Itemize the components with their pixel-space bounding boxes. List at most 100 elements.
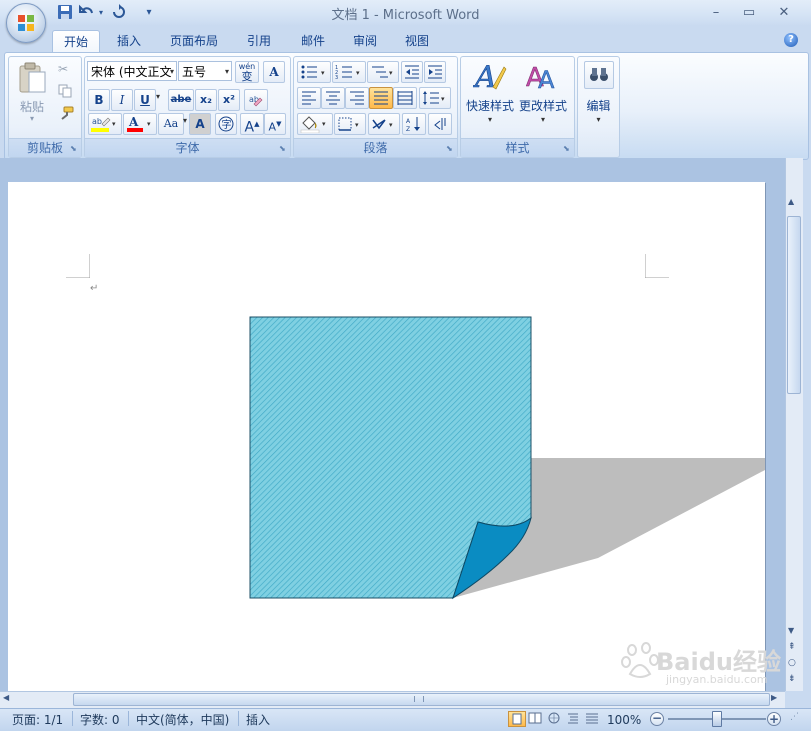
character-border-button[interactable]: A [263,61,285,83]
previous-page-icon[interactable]: ⇞ [788,642,796,652]
borders-button[interactable]: ▾ [334,113,366,135]
next-page-icon[interactable]: ⇟ [788,674,796,684]
insert-mode-status[interactable]: 插入 [246,712,270,728]
distributed-icon [397,91,413,105]
quick-styles-button[interactable]: A 快速样式 ▾ [464,59,516,129]
font-launcher-icon[interactable]: ⬊ [279,145,287,153]
enclose-characters-button[interactable]: 字 [215,113,237,135]
outline-view-icon[interactable] [565,711,583,727]
superscript-button[interactable]: x² [218,89,240,111]
justify-button[interactable] [369,87,393,109]
character-shading-button[interactable]: A [189,113,211,135]
align-right-button[interactable] [345,87,369,109]
scroll-right-icon[interactable]: ▶ [771,693,777,702]
restore-button[interactable]: ▭ [738,4,760,22]
highlighter-icon: ab ▾ [91,117,116,132]
bullets-button[interactable]: ▾ [297,61,331,83]
tab-references[interactable]: 引用 [236,30,282,52]
highlight-button[interactable]: ab ▾ [88,113,122,135]
chinese-layout-button[interactable]: ▾ [368,113,400,135]
svg-text:▾: ▾ [356,69,360,77]
justify-icon [374,91,388,105]
zoom-out-icon[interactable]: − [650,712,664,726]
minimize-button[interactable]: – [705,4,727,22]
clipboard-launcher-icon[interactable]: ⬊ [70,145,78,153]
watermark-text: Baidu经验 [656,648,781,676]
redo-icon[interactable] [110,4,128,22]
undo-dropdown-icon[interactable]: ▾ [96,4,106,22]
zoom-in-icon[interactable]: + [767,712,781,726]
grow-font-button[interactable]: A▲ [240,113,264,136]
resize-grip-icon[interactable]: ⋰ [790,712,804,726]
web-layout-view-icon[interactable] [546,711,564,727]
show-hide-marks-button[interactable] [428,113,452,135]
italic-button[interactable]: I [111,89,133,111]
change-styles-label: 更改样式 [518,99,567,113]
undo-icon[interactable] [78,4,96,22]
paste-button[interactable]: 粘贴 ▾ [14,60,50,126]
print-layout-view-icon[interactable] [508,711,526,727]
multilevel-list-button[interactable]: ▾ [367,61,399,83]
select-browse-object-icon[interactable]: ○ [788,658,796,668]
horizontal-scroll-thumb[interactable] [73,693,770,706]
cut-icon[interactable]: ✂ [58,62,72,76]
clear-formatting-button[interactable]: ab [244,89,268,111]
draft-view-icon[interactable] [584,711,602,727]
strikethrough-button[interactable]: abe [168,89,194,111]
tab-insert[interactable]: 插入 [106,30,152,52]
paragraph-launcher-icon[interactable]: ⬊ [446,145,454,153]
scroll-down-icon[interactable]: ▼ [788,626,794,635]
vertical-scroll-thumb[interactable] [787,216,801,394]
align-left-button[interactable] [297,87,321,109]
paragraph-mark: ↵ [90,283,99,294]
change-styles-button[interactable]: A A 更改样式 ▾ [517,59,569,129]
help-icon[interactable]: ? [784,33,798,47]
numbering-button[interactable]: 1 2 3 ▾ [332,61,366,83]
zoom-level[interactable]: 100% [607,712,641,728]
line-spacing-button[interactable]: ▾ [419,87,451,109]
save-icon[interactable] [56,4,74,22]
tab-page-layout[interactable]: 页面布局 [164,30,224,52]
change-case-label: Aa [163,117,179,130]
scroll-up-icon[interactable]: ▲ [788,197,794,206]
tab-mailings[interactable]: 邮件 [290,30,336,52]
tab-view[interactable]: 视图 [394,30,440,52]
full-screen-reading-view-icon[interactable] [527,711,545,727]
status-divider [238,711,239,726]
paragraph-group-label: 段落 [294,138,457,157]
tab-review[interactable]: 审阅 [342,30,388,52]
align-center-button[interactable] [321,87,345,109]
shrink-font-button[interactable]: A▼ [264,113,286,135]
word-count[interactable]: 字数: 0 [80,712,120,728]
decrease-indent-button[interactable] [401,61,423,83]
language-status[interactable]: 中文(简体，中国) [136,712,229,728]
copy-icon[interactable] [58,84,72,98]
bold-button[interactable]: B [88,89,110,111]
zoom-slider-thumb[interactable] [712,711,722,727]
underline-button[interactable]: U [134,89,156,111]
distributed-button[interactable] [393,87,417,109]
change-case-button[interactable]: Aa [158,113,184,135]
editing-group[interactable]: 编辑 ▾ [577,56,620,158]
sort-button[interactable]: AZ [402,113,426,135]
svg-text:▾: ▾ [441,95,445,103]
tab-home[interactable]: 开始 [52,30,100,53]
font-size-combo[interactable]: 五号 ▾ [178,61,232,81]
customize-quick-access-icon[interactable]: ▾ [140,4,158,22]
page-count[interactable]: 页面: 1/1 [12,712,63,728]
shading-button[interactable]: ▾ [297,113,333,135]
format-painter-icon[interactable] [58,106,74,120]
underline-dropdown-icon[interactable]: ▾ [156,92,160,101]
enclose-characters-icon: 字 [218,116,234,132]
phonetic-guide-button[interactable]: wén 变 [235,61,259,83]
subscript-button[interactable]: x₂ [195,89,217,111]
office-button[interactable] [6,3,46,43]
font-color-button[interactable]: A ▾ [123,113,157,135]
curled-note-shape[interactable] [8,300,765,610]
font-name-combo[interactable]: 宋体 (中文正文 ▾ [87,61,177,81]
styles-launcher-icon[interactable]: ⬊ [563,145,571,153]
close-button[interactable]: ✕ [773,4,795,22]
scroll-left-icon[interactable]: ◀ [3,693,9,702]
increase-indent-button[interactable] [424,61,446,83]
change-case-dropdown-icon[interactable]: ▾ [183,116,187,125]
